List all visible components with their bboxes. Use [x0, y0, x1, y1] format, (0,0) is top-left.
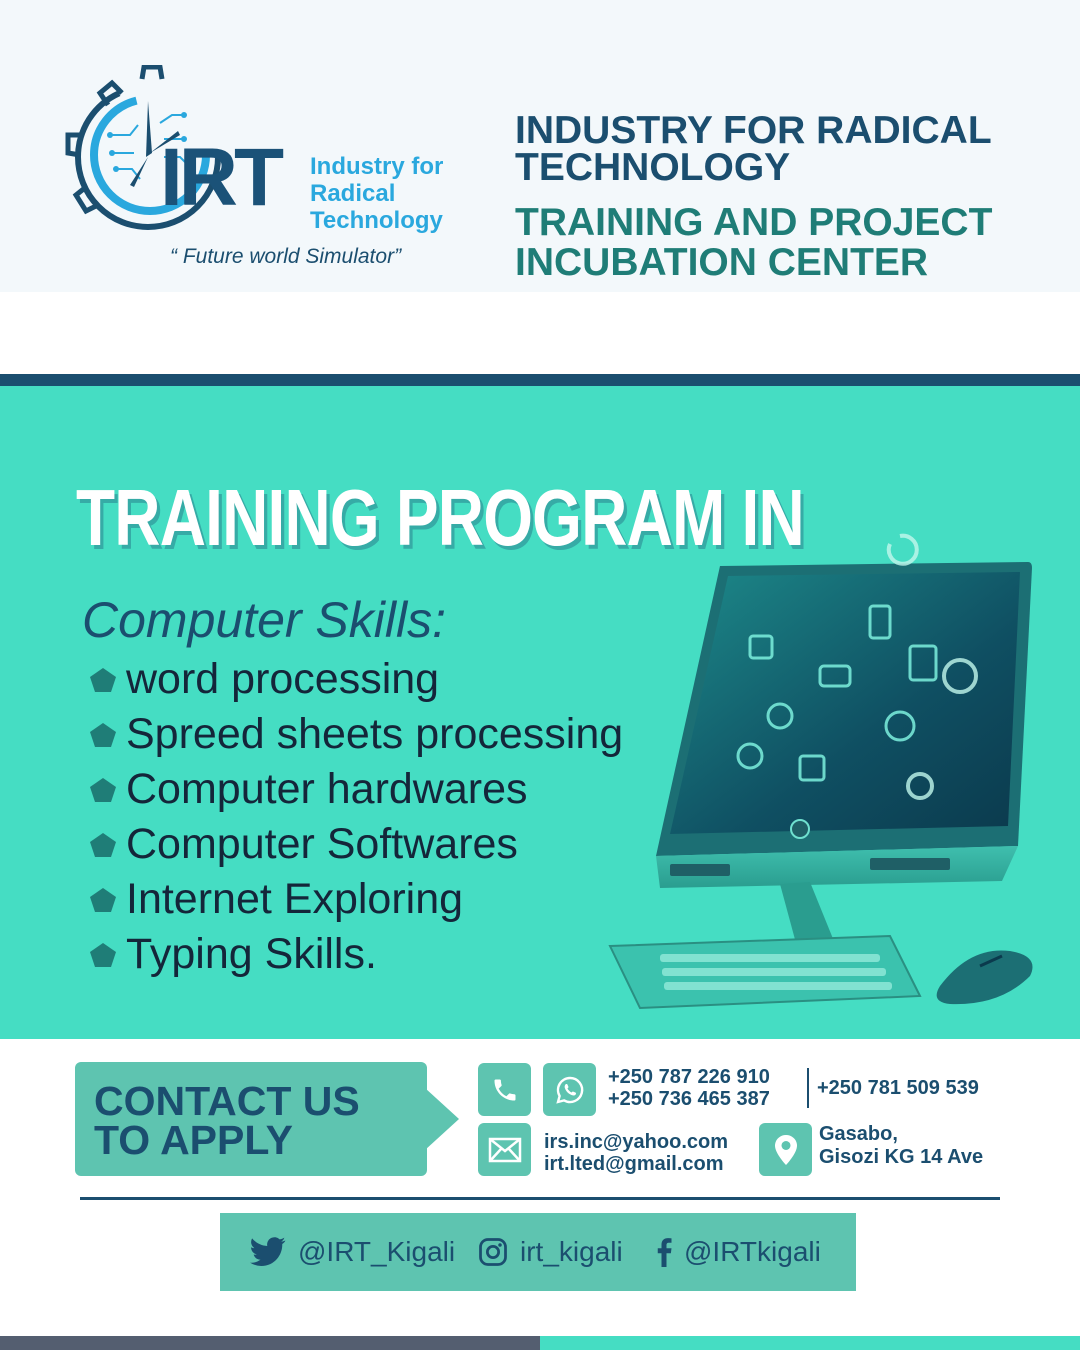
- skills-heading: Computer Skills:: [82, 592, 446, 648]
- phone-number-extra: +250 781 509 539: [817, 1077, 979, 1099]
- list-item: Computer Softwares: [88, 817, 623, 872]
- program-section: TRAINING PROGRAM IN Computer Skills: wor…: [0, 386, 1080, 1039]
- pentagon-bullet-icon: [90, 887, 116, 912]
- location-tile: [759, 1123, 812, 1176]
- location-icon: [774, 1134, 797, 1165]
- facebook-icon: [657, 1238, 672, 1267]
- org-title: INDUSTRY FOR RADICAL TECHNOLOGY: [515, 109, 992, 189]
- logo-wordmark: IRT: [160, 132, 284, 223]
- footer-stripe-right: [540, 1336, 1080, 1350]
- computer-illustration: [608, 533, 1033, 1010]
- phone-icon: [494, 1079, 515, 1100]
- org-subtitle: TRAINING AND PROJECT INCUBATION CENTER: [515, 201, 993, 284]
- email-addresses: irs.inc@yahoo.com irt.lted@gmail.com: [544, 1131, 728, 1175]
- email-tile: [478, 1123, 531, 1176]
- phone-numbers: +250 787 226 910 +250 736 465 387: [608, 1066, 770, 1110]
- whatsapp-icon: [555, 1076, 583, 1104]
- contact-cta-text: CONTACT US TO APPLY: [94, 1078, 360, 1163]
- phone-divider: [807, 1068, 809, 1108]
- address: Gasabo, Gisozi KG 14 Ave: [819, 1123, 984, 1168]
- pentagon-bullet-icon: [90, 942, 116, 967]
- pentagon-bullet-icon: [90, 722, 116, 747]
- social-bar: @IRT_Kigali irt_kigali @IRTkigali: [220, 1213, 856, 1291]
- footer-divider: [80, 1197, 1000, 1200]
- whatsapp-tile: [543, 1063, 596, 1116]
- email-icon: [488, 1137, 521, 1162]
- band-divider: [0, 374, 1080, 386]
- footer-stripe-left: [0, 1336, 540, 1350]
- list-item: Typing Skills.: [88, 927, 623, 982]
- instagram-handle[interactable]: irt_kigali: [478, 1213, 623, 1291]
- contact-arrow: [425, 1088, 459, 1150]
- twitter-handle[interactable]: @IRT_Kigali: [250, 1213, 455, 1291]
- irt-logo: IRT Industry for Radical Technology “ Fu…: [60, 65, 480, 280]
- logo-name: Industry for Radical Technology: [310, 153, 444, 234]
- list-item: Computer hardwares: [88, 762, 623, 817]
- pentagon-bullet-icon: [90, 777, 116, 802]
- phone-tile: [478, 1063, 531, 1116]
- list-item: Internet Exploring: [88, 872, 623, 927]
- skills-list: word processing Spreed sheets processing…: [88, 652, 623, 982]
- facebook-handle[interactable]: @IRTkigali: [656, 1213, 821, 1291]
- instagram-icon: [479, 1238, 507, 1266]
- list-item: word processing: [88, 652, 623, 707]
- logo-tagline: “ Future world Simulator”: [170, 245, 402, 268]
- twitter-icon: [250, 1237, 286, 1266]
- header: IRT Industry for Radical Technology “ Fu…: [0, 0, 1080, 292]
- pentagon-bullet-icon: [90, 667, 116, 692]
- pentagon-bullet-icon: [90, 832, 116, 857]
- list-item: Spreed sheets processing: [88, 707, 623, 762]
